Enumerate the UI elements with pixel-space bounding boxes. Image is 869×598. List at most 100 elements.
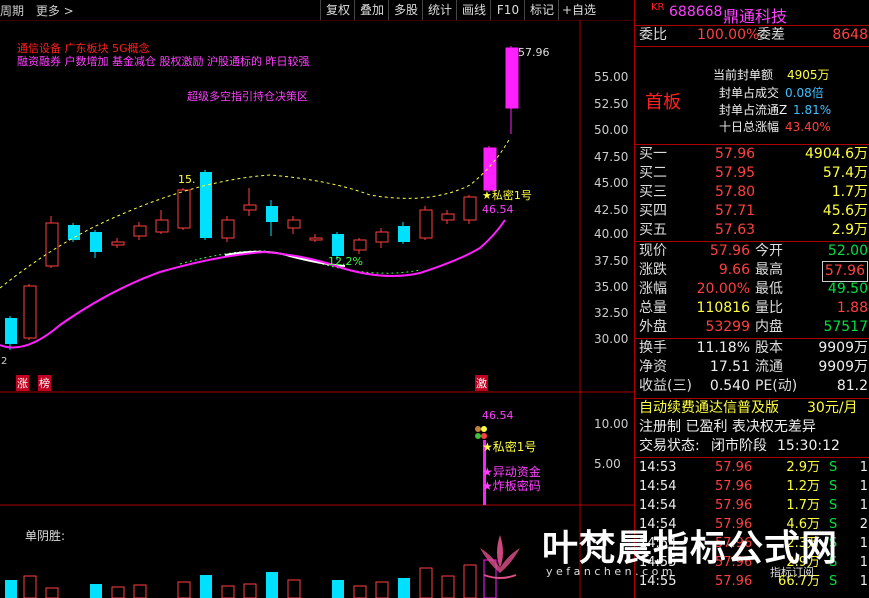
- signal-value: 46.54: [482, 203, 514, 216]
- watermark-url: y e f a n c h e n . c o m: [546, 565, 673, 578]
- volume-bar: [5, 580, 17, 598]
- bid-volume: 45.6万: [822, 203, 868, 219]
- trade-price: 57.96: [715, 498, 753, 513]
- stock-header: KR 688668 鼎通科技: [635, 0, 869, 26]
- stat-label: 现价: [639, 243, 667, 259]
- period-menu[interactable]: 周期: [0, 4, 24, 18]
- indicator-dot: [481, 426, 487, 432]
- stat-value: 1.88: [836, 300, 868, 316]
- indicator-dot: [475, 426, 481, 432]
- info-row: 十日总涨幅 43.40%: [635, 118, 869, 137]
- more-menu[interactable]: 更多 >: [36, 4, 74, 18]
- bid-row[interactable]: 买一 57.96 4904.6万: [635, 145, 869, 164]
- trade-volume: 1.2万: [786, 479, 820, 494]
- registration-text: 注册制 已盈利 表决权无差异: [639, 419, 816, 435]
- stat-value: 110816: [696, 300, 750, 316]
- candle-body: [221, 219, 235, 239]
- volume-bar: [243, 583, 257, 598]
- stat-value: 57.96: [709, 243, 750, 259]
- stat-label: 今开: [755, 243, 783, 259]
- stat-row: 现价 57.96 今开 52.00: [635, 242, 869, 261]
- draw-line-button[interactable]: 画线: [456, 0, 491, 20]
- indicator-dot: [475, 433, 481, 439]
- restore-rights-button[interactable]: 复权: [320, 0, 355, 20]
- stat-label: 最低: [755, 281, 783, 297]
- bid-price: 57.80: [715, 184, 756, 200]
- trade-time: 14:54: [639, 479, 677, 494]
- fund-value: 81.2: [836, 378, 868, 394]
- bid-row[interactable]: 买二 57.95 57.4万: [635, 164, 869, 183]
- stat-label: 外盘: [639, 319, 667, 335]
- trade-count: 1: [859, 498, 868, 513]
- trade-price: 57.96: [715, 479, 753, 494]
- candle-body: [90, 232, 102, 252]
- candle-body: [243, 204, 257, 211]
- stat-value: 20.00%: [696, 281, 750, 297]
- upper-band-line: [0, 137, 511, 289]
- bottom-indicator-title: 单阴胜:: [25, 529, 66, 543]
- fund-value: 11.18%: [696, 340, 750, 356]
- volume-bar: [353, 585, 367, 598]
- candle-body: [309, 237, 323, 241]
- volume-bar: [332, 580, 344, 598]
- info-label: 十日总涨幅: [719, 120, 780, 134]
- stat-label: 内盘: [755, 319, 783, 335]
- price-tick: 55.00: [594, 70, 629, 84]
- strategy-annotation: 超级多空指引持仓决策区: [187, 90, 308, 103]
- candle-body: [483, 147, 497, 191]
- mid-band-line: [179, 250, 421, 274]
- stat-row: 总量 110816 量比 1.88: [635, 299, 869, 318]
- weibi-value: 100.00%: [697, 27, 760, 43]
- bid-label: 买三: [639, 184, 667, 200]
- fund-value: 0.540: [709, 378, 750, 394]
- pct-label: 15.: [178, 173, 196, 186]
- trade-row: 14:53 57.96 2.9万 S 1: [635, 460, 869, 476]
- volume-bar: [441, 575, 455, 598]
- info-label: 当前封单额: [713, 68, 774, 82]
- volume-bar: [375, 581, 389, 598]
- small-label: 2: [1, 356, 8, 367]
- watermark-subscribe: 指标订阅: [770, 566, 814, 579]
- weicha-label: 委差: [757, 27, 785, 43]
- trade-count: 1: [859, 460, 868, 475]
- bid-row[interactable]: 买三 57.80 1.7万: [635, 183, 869, 202]
- chart-canvas: [0, 20, 634, 598]
- price-tick: 45.00: [594, 176, 629, 190]
- multi-stock-button[interactable]: 多股: [388, 0, 423, 20]
- kline-chart[interactable]: 通信设备 广东板块 5G概念 融资融券 户数增加 基金减仓 股权激励 沪股通标的…: [0, 20, 634, 598]
- overlay-button[interactable]: 叠加: [354, 0, 389, 20]
- trade-time: 14:53: [639, 460, 677, 475]
- price-tick: 50.00: [594, 123, 629, 137]
- add-watchlist-button[interactable]: +自选: [558, 0, 599, 20]
- candle-body: [68, 225, 80, 240]
- bid-price: 57.96: [715, 146, 756, 162]
- bid-row[interactable]: 买五 57.63 2.9万: [635, 221, 869, 240]
- mark-button[interactable]: 标记: [524, 0, 559, 20]
- order-ratio-row: 委比 100.00% 委差 8648: [635, 26, 869, 45]
- stat-value: 57517: [823, 319, 868, 335]
- volume-bar: [133, 584, 147, 598]
- candle-body: [463, 196, 477, 221]
- candle-body: [375, 231, 389, 243]
- lotus-logo: [480, 535, 520, 579]
- statistics-button[interactable]: 统计: [422, 0, 457, 20]
- trade-status-row: 交易状态: 闭市阶段 15:30:12: [635, 437, 869, 456]
- site-watermark: 叶梵晨指标公式网 y e f a n c h e n . c o m 指标订阅: [470, 515, 869, 598]
- bid-label: 买四: [639, 203, 667, 219]
- bid-row[interactable]: 买四 57.71 45.6万: [635, 202, 869, 221]
- trade-side: S: [829, 460, 838, 475]
- candle-body: [133, 225, 147, 237]
- indicator-signal-board: ★炸板密码: [482, 479, 541, 493]
- promo-row[interactable]: 自动续费通达信普及版 30元/月: [635, 399, 869, 418]
- bid-volume: 1.7万: [831, 184, 868, 200]
- f10-button[interactable]: F10: [490, 0, 525, 20]
- indicator-tick: 5.00: [594, 457, 621, 471]
- price-tick: 40.00: [594, 227, 629, 241]
- stat-label: 最高: [755, 262, 783, 278]
- trade-side: S: [829, 479, 838, 494]
- stat-value: 9.66: [718, 262, 750, 278]
- trade-price: 57.96: [715, 460, 753, 475]
- info-value: 4905万: [787, 68, 830, 82]
- trade-count: 1: [859, 479, 868, 494]
- fund-label: 净资: [639, 359, 667, 375]
